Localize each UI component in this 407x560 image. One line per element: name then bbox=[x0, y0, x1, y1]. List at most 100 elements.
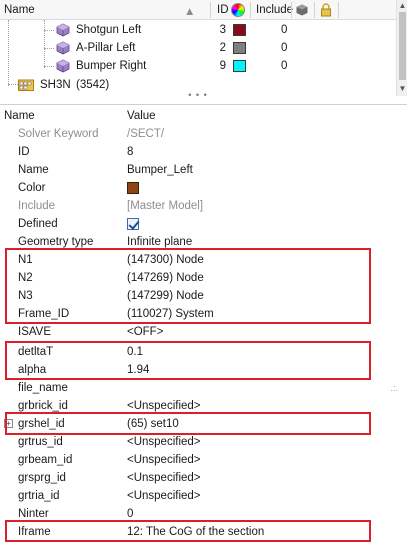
property-value[interactable]: 0.1 bbox=[127, 343, 143, 361]
property-row-n2[interactable]: N2 (147269) Node bbox=[0, 269, 400, 287]
property-name: Frame_ID bbox=[18, 308, 70, 320]
property-row-solver-keyword[interactable]: Solver Keyword /SECT/ bbox=[0, 125, 400, 143]
property-name: N3 bbox=[18, 290, 33, 302]
property-panel: Name Value Solver Keyword /SECT/ ID 8 Na… bbox=[0, 104, 407, 560]
property-name: grtria_id bbox=[18, 490, 60, 502]
property-name: Iframe bbox=[18, 526, 51, 538]
property-name: Include bbox=[18, 200, 56, 212]
property-value[interactable]: 8 bbox=[127, 143, 133, 161]
color-wheel-icon[interactable] bbox=[231, 3, 245, 17]
property-value[interactable]: <Unspecified> bbox=[127, 397, 201, 415]
property-row-frame-id[interactable]: Frame_ID (110027) System bbox=[0, 305, 400, 323]
property-value[interactable]: <OFF> bbox=[127, 323, 163, 341]
element-folder-icon bbox=[18, 79, 34, 91]
tree-header-include[interactable]: Include bbox=[256, 0, 293, 20]
section-cube-icon bbox=[56, 23, 70, 37]
property-header: Name Value bbox=[0, 107, 407, 125]
property-value[interactable]: Infinite plane bbox=[127, 233, 192, 251]
tree-row-include: 0 bbox=[281, 42, 288, 54]
property-name: N1 bbox=[18, 254, 33, 266]
property-value[interactable]: <Unspecified> bbox=[127, 487, 201, 505]
property-value[interactable]: <Unspecified> bbox=[127, 433, 201, 451]
property-name: Color bbox=[18, 182, 46, 194]
color-swatch[interactable] bbox=[233, 24, 246, 36]
property-row-color[interactable]: Color bbox=[0, 179, 400, 197]
expand-icon[interactable]: + bbox=[4, 419, 13, 428]
tree-row-label: Bumper Right bbox=[76, 60, 147, 72]
column-divider[interactable] bbox=[314, 2, 315, 18]
tree-header-name[interactable]: Name bbox=[4, 0, 35, 20]
color-swatch[interactable] bbox=[233, 60, 246, 72]
property-value[interactable]: Bumper_Left bbox=[127, 161, 193, 179]
color-swatch[interactable] bbox=[127, 182, 139, 194]
property-row-id[interactable]: ID 8 bbox=[0, 143, 400, 161]
property-row-grbeam-id[interactable]: grbeam_id <Unspecified> bbox=[0, 451, 400, 469]
property-value[interactable]: (65) set10 bbox=[127, 415, 179, 433]
property-value[interactable]: 0 bbox=[127, 505, 133, 523]
property-row-detltat[interactable]: detltaT 0.1 bbox=[0, 343, 400, 361]
column-divider[interactable] bbox=[210, 2, 211, 18]
tree-row[interactable]: Bumper Right 9 0 bbox=[0, 57, 396, 75]
property-name: Geometry type bbox=[18, 236, 94, 248]
browse-icon[interactable]: .:. bbox=[390, 379, 398, 397]
property-name: grbrick_id bbox=[18, 400, 68, 412]
tree-row-id: 9 bbox=[219, 60, 226, 72]
tree-scrollbar[interactable]: ▲ ▼ bbox=[396, 0, 407, 96]
sort-up-icon[interactable]: ▲ bbox=[184, 2, 195, 22]
visibility-cube-icon[interactable] bbox=[296, 4, 308, 16]
property-value[interactable]: (147300) Node bbox=[127, 251, 204, 269]
property-name: Solver Keyword bbox=[18, 128, 99, 140]
property-row-ninter[interactable]: Ninter 0 bbox=[0, 505, 400, 523]
tree-row-label: A-Pillar Left bbox=[76, 42, 136, 54]
tree-row[interactable]: Shotgun Left 3 0 bbox=[0, 21, 396, 39]
lock-icon[interactable] bbox=[320, 3, 332, 17]
property-name: ISAVE bbox=[18, 326, 52, 338]
property-row-n1[interactable]: N1 (147300) Node bbox=[0, 251, 400, 269]
property-value[interactable]: 1.94 bbox=[127, 361, 149, 379]
scrollbar-thumb[interactable] bbox=[399, 12, 406, 80]
column-divider[interactable] bbox=[291, 2, 292, 18]
property-name: Ninter bbox=[18, 508, 49, 520]
property-value[interactable]: (147269) Node bbox=[127, 269, 204, 287]
property-name: file_name bbox=[18, 382, 68, 394]
property-row-file-name[interactable]: file_name .:. bbox=[0, 379, 400, 397]
property-row-grtrus-id[interactable]: grtrus_id <Unspecified> bbox=[0, 433, 400, 451]
property-row-include[interactable]: Include [Master Model] bbox=[0, 197, 400, 215]
property-row-grsprg-id[interactable]: grsprg_id <Unspecified> bbox=[0, 469, 400, 487]
scroll-up-icon[interactable]: ▲ bbox=[398, 1, 407, 10]
property-value[interactable]: (147299) Node bbox=[127, 287, 204, 305]
property-row-iframe[interactable]: Iframe 12: The CoG of the section bbox=[0, 523, 400, 541]
property-header-value: Value bbox=[127, 110, 156, 122]
property-name: N2 bbox=[18, 272, 33, 284]
property-row-grbrick-id[interactable]: grbrick_id <Unspecified> bbox=[0, 397, 400, 415]
property-row-grtria-id[interactable]: grtria_id <Unspecified> bbox=[0, 487, 400, 505]
tree-row-include: 0 bbox=[281, 60, 288, 72]
property-name: grbeam_id bbox=[18, 454, 73, 466]
color-swatch[interactable] bbox=[233, 42, 246, 54]
property-row-isave[interactable]: ISAVE <OFF> bbox=[0, 323, 400, 341]
property-row-n3[interactable]: N3 (147299) Node bbox=[0, 287, 400, 305]
property-value[interactable]: (110027) System bbox=[127, 305, 214, 323]
property-name: detltaT bbox=[18, 346, 54, 358]
property-row-name[interactable]: Name Bumper_Left bbox=[0, 161, 400, 179]
tree-row-id: 2 bbox=[219, 42, 226, 54]
tree-header-id[interactable]: ID bbox=[217, 0, 229, 20]
property-header-name: Name bbox=[4, 110, 35, 122]
property-value[interactable]: 12: The CoG of the section bbox=[127, 523, 264, 541]
property-value: /SECT/ bbox=[127, 128, 165, 140]
property-value[interactable]: <Unspecified> bbox=[127, 469, 201, 487]
property-row-geometry-type[interactable]: Geometry type Infinite plane bbox=[0, 233, 400, 251]
tree-header: Name ▲ ID Include bbox=[0, 0, 396, 20]
scroll-down-icon[interactable]: ▼ bbox=[398, 84, 407, 93]
defined-checkbox[interactable] bbox=[127, 218, 139, 230]
tree-row[interactable]: A-Pillar Left 2 0 bbox=[0, 39, 396, 57]
column-divider[interactable] bbox=[338, 2, 339, 18]
panel-splitter[interactable]: • • • bbox=[0, 91, 396, 100]
property-name: alpha bbox=[18, 364, 47, 376]
property-value[interactable]: <Unspecified> bbox=[127, 451, 201, 469]
column-divider[interactable] bbox=[250, 2, 251, 18]
property-row-defined[interactable]: Defined bbox=[0, 215, 400, 233]
property-row-grshel-id[interactable]: + grshel_id (65) set10 bbox=[0, 415, 400, 433]
property-row-alpha[interactable]: alpha 1.94 bbox=[0, 361, 400, 379]
property-name: Defined bbox=[18, 218, 58, 230]
